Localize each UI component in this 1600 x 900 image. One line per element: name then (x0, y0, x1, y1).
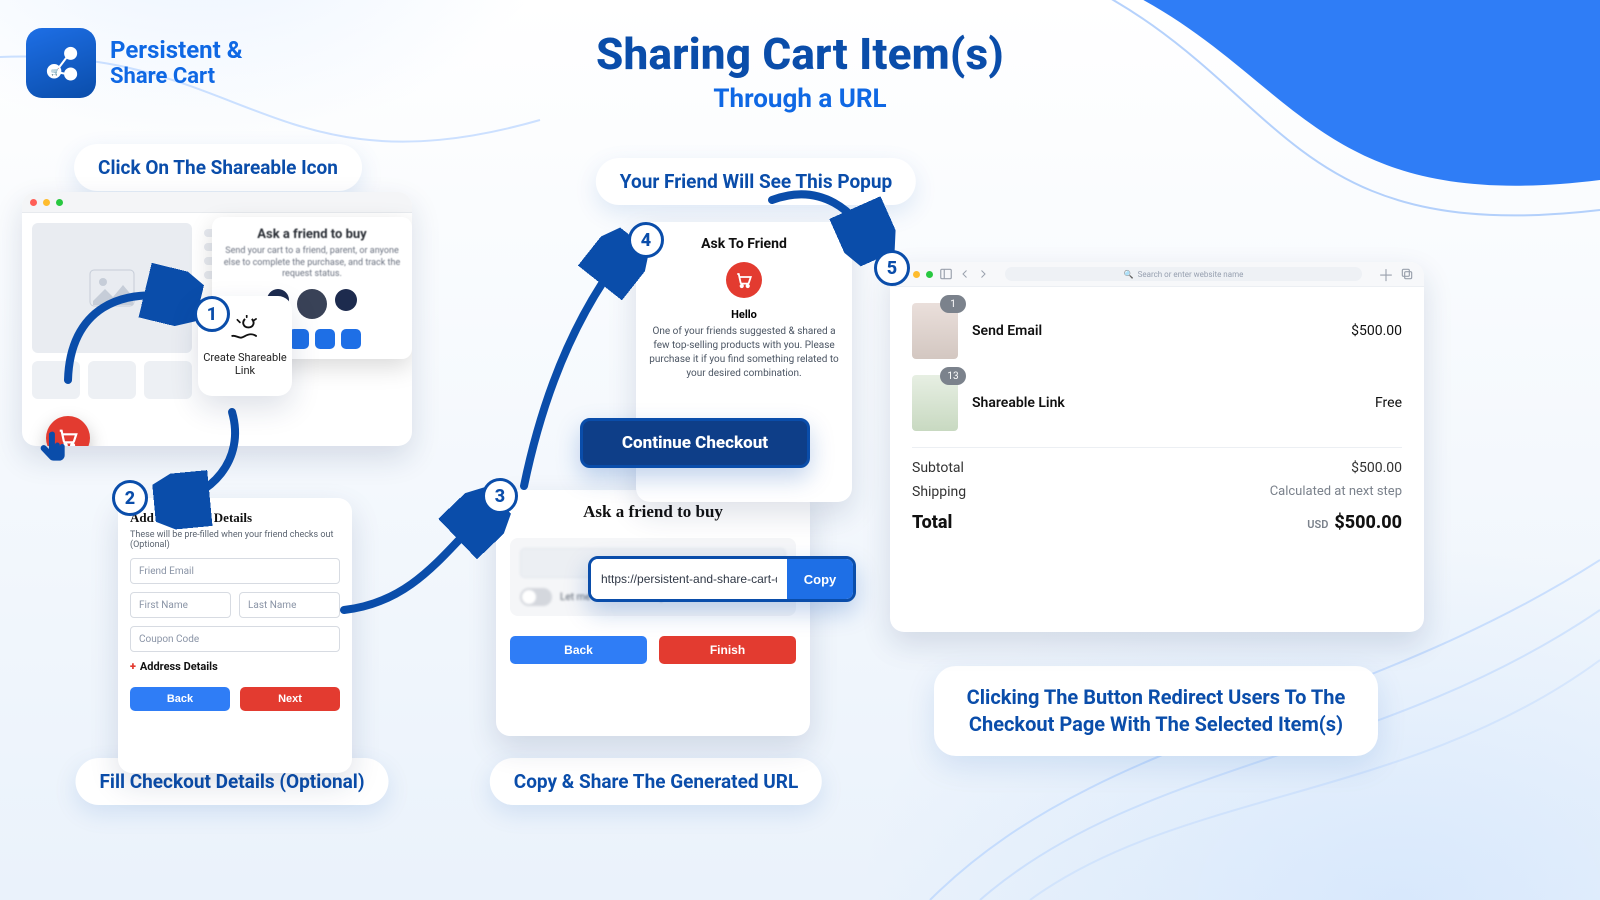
share-hand-icon (228, 315, 262, 345)
total-currency: USD (1307, 518, 1328, 531)
last-name-field[interactable]: Last Name (239, 592, 340, 618)
product-name: Shareable Link (972, 395, 1065, 411)
back-button[interactable]: Back (130, 687, 230, 711)
page-subtitle: Through a URL (596, 84, 1004, 114)
panel4-hello: Hello (648, 308, 840, 321)
coupon-field[interactable]: Coupon Code (130, 626, 340, 652)
brand-line2: Share Cart (110, 64, 242, 89)
panel-checkout-details: Add Checkout Details These will be pre-f… (118, 498, 352, 773)
share-url-input[interactable] (591, 559, 787, 599)
caption-step5: Clicking The Button Redirect Users To Th… (934, 666, 1378, 756)
cursor-hand-icon (36, 430, 70, 468)
step-badge-2: 2 (112, 480, 148, 516)
total-label: Total (912, 512, 952, 533)
nav-forward-icon[interactable] (977, 268, 989, 280)
address-bar[interactable]: 🔍Search or enter website name (1005, 267, 1362, 281)
svg-text:🛒: 🛒 (51, 67, 60, 76)
panel2-note: These will be pre-filled when your frien… (130, 530, 340, 550)
share-popup-text: Send your cart to a friend, parent, or a… (222, 246, 402, 281)
continue-checkout-button[interactable]: Continue Checkout (580, 418, 810, 468)
qty-badge: 1 (940, 295, 966, 313)
traffic-min-icon (913, 271, 920, 278)
friend-email-field[interactable]: Friend Email (130, 558, 340, 584)
sidebar-icon (939, 267, 953, 281)
cart-item: 1 Send Email $500.00 (912, 303, 1402, 359)
first-name-field[interactable]: First Name (130, 592, 231, 618)
next-button[interactable]: Next (240, 687, 340, 711)
product-price: Free (1375, 395, 1402, 411)
product-thumb: 1 (912, 303, 958, 359)
product-image-placeholder (32, 223, 192, 353)
qty-badge: 13 (940, 367, 966, 385)
traffic-min-icon (43, 199, 50, 206)
subtotal-label: Subtotal (912, 460, 964, 476)
panel4-title: Ask To Friend (648, 236, 840, 252)
subtotal-value: $500.00 (1351, 460, 1402, 476)
brand-logo: 🛒 (26, 28, 96, 98)
tile-label: Create Shareable Link (198, 351, 292, 377)
step-badge-1: 1 (194, 296, 230, 332)
traffic-max-icon (56, 199, 63, 206)
copy-url-bar: Copy (588, 556, 856, 602)
caption-step3: Copy & Share The Generated URL (490, 758, 822, 805)
shipping-value: Calculated at next step (1270, 484, 1402, 500)
tabs-icon[interactable] (1400, 267, 1414, 281)
shipping-label: Shipping (912, 484, 966, 500)
browser-chrome-5: 🔍Search or enter website name ＋ (890, 262, 1424, 287)
panel-checkout-page: 🔍Search or enter website name ＋ 1 Send E… (890, 262, 1424, 632)
brand-text: Persistent & Share Cart (110, 37, 242, 90)
panel-url-share: Ask a friend to buy Let me know once the… (496, 490, 810, 736)
product-thumb: 13 (912, 375, 958, 431)
cart-item: 13 Shareable Link Free (912, 375, 1402, 431)
share-popup-title: Ask a friend to buy (222, 227, 402, 242)
panel4-desc: One of your friends suggested & shared a… (648, 325, 840, 381)
caption-step1: Click On The Shareable Icon (74, 144, 362, 191)
brand-block: 🛒 Persistent & Share Cart (26, 28, 242, 98)
product-name: Send Email (972, 323, 1042, 339)
cart-icon (726, 262, 762, 298)
product-price: $500.00 (1351, 323, 1402, 339)
step-badge-3: 3 (482, 478, 518, 514)
total-value: $500.00 (1334, 512, 1402, 533)
browser-chrome (22, 192, 412, 213)
caption-step4: Your Friend Will See This Popup (596, 158, 916, 205)
toggle-switch-icon (520, 588, 552, 606)
nav-back-icon[interactable] (959, 268, 971, 280)
step-badge-4: 4 (628, 222, 664, 258)
page-heading: Sharing Cart Item(s) Through a URL (596, 28, 1004, 114)
panel3-back-button[interactable]: Back (510, 636, 647, 664)
brand-line1: Persistent & (110, 36, 242, 64)
step-badge-5: 5 (874, 250, 910, 286)
traffic-max-icon (926, 271, 933, 278)
page-title: Sharing Cart Item(s) (596, 28, 1004, 80)
panel3-title: Ask a friend to buy (510, 502, 796, 522)
traffic-close-icon (30, 199, 37, 206)
new-tab-icon[interactable]: ＋ (1378, 262, 1394, 286)
panel3-finish-button[interactable]: Finish (659, 636, 796, 664)
copy-button[interactable]: Copy (787, 559, 853, 599)
panel2-title: Add Checkout Details (130, 510, 340, 526)
address-expand[interactable]: +Address Details (130, 660, 340, 673)
